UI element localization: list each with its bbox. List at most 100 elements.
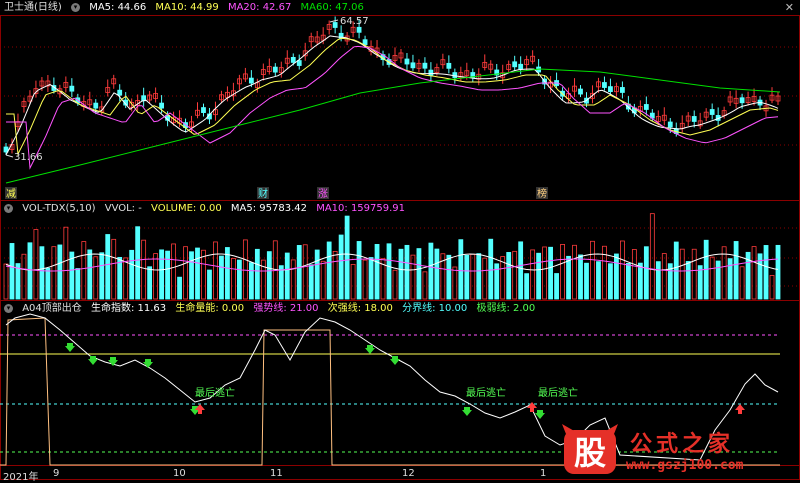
candle-body bbox=[404, 58, 410, 65]
volume-bar bbox=[422, 271, 428, 300]
volume-bar bbox=[165, 250, 170, 300]
volume-bar bbox=[691, 248, 697, 300]
volume-bar bbox=[374, 244, 380, 300]
volume-bar bbox=[775, 244, 781, 300]
candle-body bbox=[332, 22, 338, 28]
low-price-label: 31.66 bbox=[14, 152, 43, 163]
volume-bar bbox=[27, 242, 33, 300]
candle-body bbox=[422, 62, 428, 69]
volume-bar bbox=[631, 249, 637, 300]
volume-bar bbox=[751, 246, 757, 300]
x-tick-label: 9 bbox=[53, 468, 60, 479]
volume-bar bbox=[763, 245, 769, 300]
volume-bar bbox=[560, 244, 565, 300]
volume-bar bbox=[266, 251, 272, 300]
volume-bar bbox=[590, 240, 595, 300]
volume-bar bbox=[9, 243, 15, 300]
volume-bar bbox=[356, 241, 362, 300]
candle-body bbox=[643, 104, 649, 110]
volume-bar bbox=[661, 253, 667, 300]
candle-body bbox=[518, 63, 524, 70]
candle-body bbox=[691, 116, 697, 122]
candle-body bbox=[93, 102, 99, 109]
volume-bar bbox=[87, 249, 93, 300]
volume-bar bbox=[685, 261, 691, 300]
candle-body bbox=[362, 39, 368, 46]
sell-arrow-icon bbox=[365, 345, 375, 354]
candle-body bbox=[602, 82, 607, 88]
event-marker: 榜 bbox=[537, 187, 547, 200]
volume-bar bbox=[566, 255, 571, 300]
volume-bar bbox=[608, 263, 613, 300]
volume-bar bbox=[727, 258, 733, 300]
volume-bar bbox=[398, 248, 404, 300]
sell-arrow-icon bbox=[390, 356, 400, 365]
candle-body bbox=[739, 97, 745, 104]
volume-bar bbox=[386, 243, 392, 300]
volume-bar bbox=[368, 257, 374, 300]
volume-bar bbox=[548, 246, 553, 300]
watermark-url: www.gszj100.com bbox=[626, 458, 744, 473]
volume-bar bbox=[554, 273, 559, 300]
volume-bar bbox=[248, 262, 254, 300]
x-tick-label: 10 bbox=[173, 468, 186, 479]
volume-bar bbox=[278, 265, 284, 300]
candle-body bbox=[620, 87, 625, 93]
volume-bar bbox=[99, 252, 105, 300]
volume-bar bbox=[296, 245, 302, 300]
volume-bar bbox=[464, 254, 470, 300]
sell-arrow-icon bbox=[88, 356, 98, 365]
volume-bar bbox=[39, 246, 45, 300]
volume-bar bbox=[404, 244, 410, 300]
volume-bar bbox=[159, 249, 164, 300]
volume-bar bbox=[254, 248, 260, 300]
volume-bar bbox=[236, 259, 242, 300]
volume-bar bbox=[195, 247, 200, 300]
volume-bar bbox=[506, 252, 512, 300]
volume-bar bbox=[302, 244, 308, 300]
volume-bar bbox=[697, 265, 703, 300]
volume-bar bbox=[111, 238, 117, 300]
volume-bar bbox=[428, 242, 434, 300]
volume-bar bbox=[344, 215, 350, 300]
volume-bar bbox=[452, 266, 458, 300]
candle-body bbox=[709, 109, 715, 115]
volume-bar bbox=[530, 249, 536, 300]
candle-body bbox=[272, 66, 278, 73]
x-tick-label: 11 bbox=[270, 468, 283, 479]
event-marker: 涨 bbox=[318, 188, 328, 200]
logo-icon: 股 bbox=[562, 424, 618, 474]
chart-canvas[interactable]: 64.57 31.66 减 财 涨 榜最后逃亡 最后逃亡 最后逃亡 bbox=[0, 0, 800, 481]
sell-arrow-icon bbox=[143, 359, 153, 368]
volume-bar bbox=[57, 244, 63, 300]
volume-bar bbox=[350, 263, 356, 300]
volume-bar bbox=[326, 241, 332, 300]
candle-body bbox=[117, 89, 123, 96]
volume-bar bbox=[679, 248, 685, 300]
volume-bar bbox=[524, 273, 530, 300]
volume-bar bbox=[189, 251, 194, 300]
logo-char: 股 bbox=[574, 434, 606, 472]
volume-bar bbox=[362, 259, 368, 300]
volume-bar bbox=[129, 249, 135, 300]
volume-bar bbox=[488, 238, 494, 300]
volume-bar bbox=[596, 261, 601, 300]
volume-bar bbox=[141, 239, 147, 300]
volume-bar bbox=[572, 244, 577, 300]
candle-body bbox=[578, 88, 583, 95]
event-marker: 减 bbox=[6, 188, 16, 200]
volume-bar bbox=[242, 239, 248, 300]
volume-bar bbox=[643, 246, 649, 300]
volume-bar bbox=[21, 253, 27, 300]
volume-bar bbox=[637, 262, 643, 300]
volume-bar bbox=[482, 257, 488, 300]
volume-bar bbox=[476, 253, 482, 300]
volume-bar bbox=[721, 246, 727, 300]
volume-bar bbox=[123, 257, 129, 300]
candle-body bbox=[512, 61, 518, 68]
candle-body bbox=[452, 72, 458, 78]
volume-bar bbox=[207, 269, 212, 300]
candle-body bbox=[410, 62, 416, 69]
volume-bar bbox=[63, 226, 69, 300]
candle-body bbox=[159, 102, 164, 109]
